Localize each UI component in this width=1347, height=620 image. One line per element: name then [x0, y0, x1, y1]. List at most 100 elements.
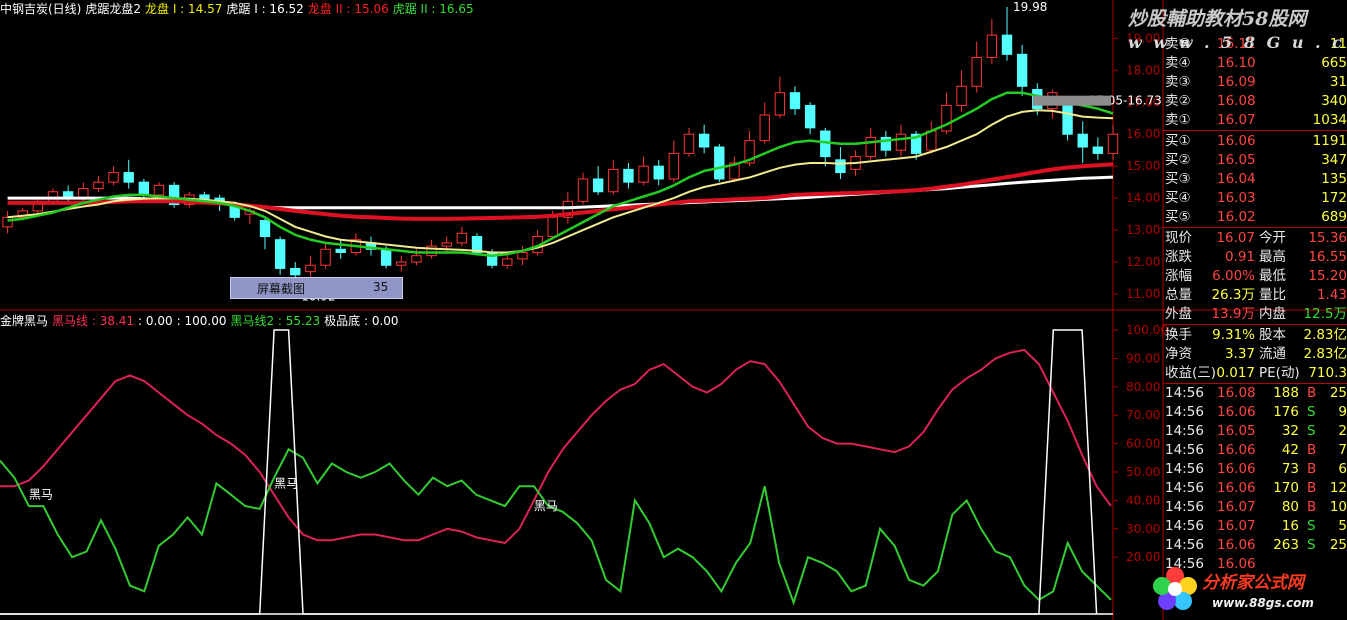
y-tick-label: 15.00 — [1126, 159, 1160, 173]
order-volume: 31 — [1329, 74, 1347, 90]
chart-canvas: 11.0012.0013.0014.0015.0016.0017.0018.00… — [0, 0, 1347, 620]
trade-time: 14:56 — [1165, 480, 1204, 496]
candle-body — [517, 251, 528, 260]
candle-body — [320, 248, 331, 266]
trade-side: S — [1307, 423, 1316, 439]
order-side: 买① — [1165, 133, 1191, 149]
candle-body — [456, 232, 468, 244]
price-annotation: 19.98 — [1013, 0, 1047, 14]
candle-body — [577, 178, 589, 202]
y-tick-label: 11.00 — [1126, 287, 1160, 301]
candle-body — [638, 165, 649, 183]
stat-value-2: 12.5万 — [1303, 306, 1347, 322]
order-volume: 1191 — [1312, 133, 1347, 149]
candle-body — [759, 114, 770, 142]
indicator-name: 虎踞龙盘2 — [85, 2, 142, 16]
stat-row: 涨幅 6.00% 最低 15.20 — [1163, 267, 1347, 286]
trade-row: 14:56 16.07 16 S 5 — [1163, 517, 1347, 536]
stat-label-1: 涨幅 — [1165, 268, 1192, 284]
candle-body — [698, 133, 710, 148]
stat-row: 总量 26.3万 量比 1.43 — [1163, 286, 1347, 305]
indicator-title: 金牌黑马 — [0, 314, 49, 328]
y-tick-label: 12.00 — [1126, 255, 1160, 269]
candle-body — [1062, 104, 1073, 135]
candle-body — [153, 184, 165, 196]
trade-row: 14:56 16.06 176 S 9 — [1163, 403, 1347, 422]
trade-row: 14:56 16.06 170 B 12 — [1163, 479, 1347, 498]
ask-row: 卖③ 16.09 31 — [1163, 73, 1347, 92]
ask-row: 卖① 16.07 1034 — [1163, 111, 1347, 130]
stat-label-2: 量比 — [1259, 287, 1286, 303]
candle-body — [380, 248, 392, 266]
candle-body — [789, 92, 801, 110]
y-tick-label: 14.00 — [1126, 191, 1160, 205]
candle-body — [411, 255, 422, 263]
order-side: 卖① — [1165, 112, 1191, 128]
main-chart-header: 中钢吉炭(日线) 虎踞龙盘2 龙盘 I : 14.57 虎踞 I : 16.52 龙盘 … — [0, 0, 478, 17]
header-item-3: 龙盘 II : 15.06 — [307, 2, 389, 16]
candle-body — [653, 165, 664, 180]
trade-count: 9 — [1338, 404, 1347, 420]
watermark-bottom: 分析家公式网 — [1202, 573, 1304, 593]
watermark-top: 炒股輔助教材58股网 — [1128, 8, 1307, 30]
candle-body — [835, 159, 846, 174]
trade-row: 14:56 16.06 42 B 7 — [1163, 441, 1347, 460]
y2-tick-label: 100.00 — [1126, 323, 1168, 337]
panel-separator — [1163, 227, 1347, 228]
candle-body — [396, 261, 407, 266]
stat2-row: 换手 9.31% 股本 2.83亿 — [1163, 326, 1347, 345]
trade-side: B — [1307, 385, 1317, 401]
trade-row: 14:56 16.07 80 B 10 — [1163, 498, 1347, 517]
candle-body — [1092, 146, 1104, 154]
stat2-label-1: 收益(三) — [1165, 365, 1217, 381]
stat-value-2: 15.36 — [1308, 230, 1347, 246]
order-volume: 665 — [1321, 55, 1347, 71]
trade-side: S — [1307, 518, 1316, 534]
order-volume: 347 — [1321, 152, 1347, 168]
order-side: 买⑤ — [1165, 209, 1191, 225]
order-price: 16.05 — [1217, 152, 1256, 168]
bid-row: 买③ 16.04 135 — [1163, 170, 1347, 189]
bid-row: 买⑤ 16.02 689 — [1163, 208, 1347, 227]
trade-volume: 170 — [1273, 480, 1299, 496]
trade-side: B — [1307, 480, 1317, 496]
candle-body — [1077, 133, 1088, 148]
ind-item-4: 黑马线2 : 55.23 — [230, 314, 321, 328]
stat2-label-2: 股本 — [1259, 327, 1286, 343]
candle-body — [668, 152, 680, 180]
trade-volume: 176 — [1273, 404, 1299, 420]
order-volume: 135 — [1321, 171, 1347, 187]
ask-row: 卖② 16.08 340 — [1163, 92, 1347, 111]
stat2-label-1: 换手 — [1165, 327, 1192, 343]
candle-body — [592, 178, 604, 193]
panel-separator — [1163, 324, 1347, 325]
trade-volume: 263 — [1273, 537, 1299, 553]
ind-item-5: 极品底 : 0.00 — [324, 314, 399, 328]
trade-count: 5 — [1338, 518, 1347, 534]
price-marker-tag — [1033, 95, 1111, 106]
candle-body — [956, 85, 967, 106]
bid-row: 买① 16.06 1191 — [1163, 132, 1347, 151]
flower-logo-icon — [1153, 567, 1197, 610]
trade-time: 14:56 — [1165, 499, 1204, 515]
candle-body — [623, 168, 634, 183]
candle-body — [986, 34, 998, 59]
stat-row: 现价 16.07 今开 15.36 — [1163, 229, 1347, 248]
trade-volume: 73 — [1281, 461, 1299, 477]
candle-body — [865, 136, 876, 158]
order-price: 16.07 — [1217, 112, 1256, 128]
trade-price: 16.06 — [1217, 404, 1256, 420]
signal-label: 黑马 — [29, 488, 53, 502]
candle-body — [1001, 34, 1013, 55]
stat-value-1: 16.07 — [1216, 230, 1255, 246]
trade-count: 2 — [1338, 423, 1347, 439]
screenshot-tooltip[interactable]: 屏幕截图 35 — [230, 277, 403, 299]
order-price: 16.02 — [1217, 209, 1256, 225]
order-price: 16.04 — [1217, 171, 1256, 187]
trade-count: 25 — [1329, 537, 1347, 553]
candle-body — [1016, 53, 1028, 87]
order-side: 卖③ — [1165, 74, 1191, 90]
trade-price: 16.07 — [1217, 499, 1256, 515]
header-item-1: 龙盘 I : 14.57 — [145, 2, 223, 16]
trade-price: 16.06 — [1217, 461, 1256, 477]
